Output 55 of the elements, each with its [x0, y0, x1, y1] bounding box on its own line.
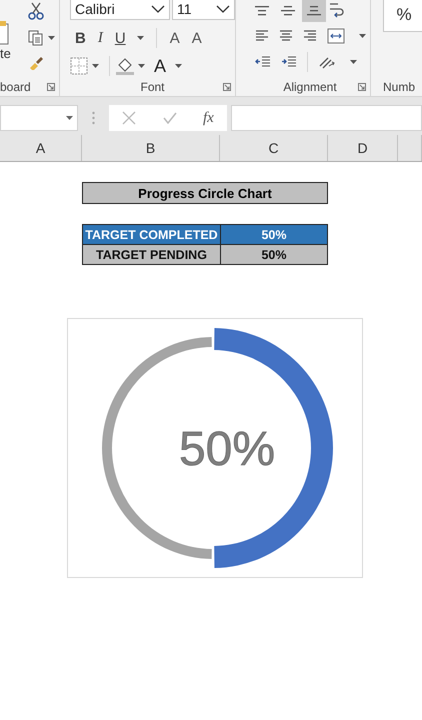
paste-label[interactable]: te [0, 46, 24, 61]
insert-function-button[interactable]: fx [202, 110, 214, 126]
group-label: Numb [383, 80, 416, 94]
border-icon[interactable] [70, 57, 88, 75]
increase-font-button[interactable]: A [164, 30, 185, 46]
caret-icon[interactable] [175, 64, 182, 68]
scissors-icon[interactable] [28, 2, 44, 20]
bold-button[interactable]: B [70, 30, 91, 46]
grip-icon[interactable] [92, 111, 95, 125]
brush-icon[interactable] [28, 56, 44, 70]
percent-format-button[interactable]: % [383, 0, 422, 32]
title-cell: Progress Circle Chart [82, 182, 328, 204]
column-header[interactable]: D [328, 135, 398, 161]
column-header[interactable]: C [220, 135, 328, 161]
dialog-launcher-icon[interactable] [47, 83, 55, 91]
caret-icon[interactable] [136, 36, 144, 40]
font-name-dropdown[interactable]: Calibri [70, 0, 170, 20]
align-right-icon[interactable] [303, 29, 317, 43]
group-label: Font [140, 80, 164, 94]
group-label: Alignment [283, 80, 337, 94]
merge-cells-icon[interactable] [327, 28, 345, 44]
column-header[interactable]: A [0, 135, 82, 161]
column-header[interactable]: B [82, 135, 220, 161]
table-cell: 50% [220, 244, 328, 265]
dialog-launcher-icon[interactable] [223, 83, 231, 91]
chevron-down-icon[interactable] [151, 5, 165, 13]
table-cell: TARGET COMPLETED [82, 224, 221, 245]
align-left-icon[interactable] [255, 29, 269, 43]
caret-icon[interactable] [138, 64, 145, 68]
center-label: 50% [178, 423, 276, 476]
align-center-icon[interactable] [279, 29, 293, 43]
chevron-down-icon[interactable] [216, 5, 230, 13]
table-cell: TARGET PENDING [82, 244, 221, 265]
caret-icon[interactable] [92, 64, 99, 68]
caret-icon[interactable] [66, 116, 73, 120]
fill-bucket-icon[interactable] [116, 57, 134, 75]
formula-input[interactable] [231, 105, 422, 131]
caret-icon[interactable] [48, 36, 55, 40]
checkmark-icon[interactable] [162, 112, 177, 124]
copy-icon[interactable] [28, 30, 44, 46]
caret-icon[interactable] [359, 34, 366, 38]
wrap-text-icon[interactable] [328, 1, 344, 19]
group-label: board [0, 80, 31, 94]
clipboard-icon[interactable] [0, 20, 10, 46]
underline-button[interactable]: U [110, 30, 131, 46]
italic-button[interactable]: I [92, 30, 108, 46]
increase-indent-icon[interactable] [281, 55, 297, 69]
table-cell: 50% [220, 224, 328, 245]
align-bottom-button[interactable] [302, 0, 326, 22]
caret-icon[interactable] [350, 60, 357, 64]
font-color-button[interactable]: A [149, 56, 172, 76]
font-size-dropdown[interactable]: 11 [172, 0, 235, 20]
dialog-launcher-icon[interactable] [358, 83, 366, 91]
decrease-font-button[interactable]: A [186, 30, 207, 46]
decrease-indent-icon[interactable] [255, 55, 271, 69]
